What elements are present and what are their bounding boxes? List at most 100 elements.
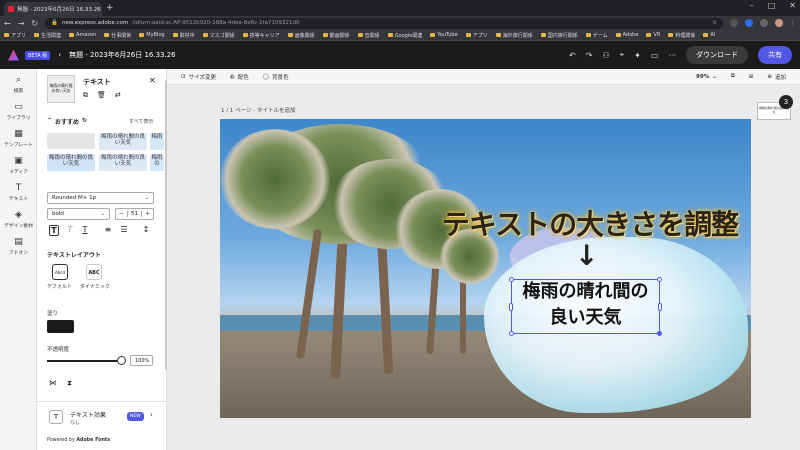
resize-handle[interactable] [658,303,662,311]
bookmark-item[interactable]: 生活関連 [34,32,61,39]
adobe-express-logo-icon[interactable] [8,49,19,61]
bookmark-item[interactable]: 音関係 [357,32,380,39]
rail-item[interactable]: ◈ デザイン素材 [0,210,37,229]
add-page-button[interactable]: ⊕ 追加 [767,73,786,81]
more-options-icon[interactable]: ··· [668,51,676,60]
resize-handle[interactable] [509,277,514,282]
list-icon[interactable]: ☰ [119,225,129,234]
location-pin-icon[interactable]: ⌖ [620,50,625,60]
puzzle-icon[interactable] [760,19,768,27]
style-preset-chip[interactable]: 梅雨の晴れ間の良い天気 [99,154,147,171]
opacity-slider-handle[interactable] [117,356,126,365]
redo-icon[interactable]: ↷ [586,51,593,60]
delete-icon[interactable]: 🗑 [97,91,106,100]
forward-icon[interactable]: → [18,19,25,28]
rail-item[interactable]: T テキスト [0,183,37,202]
italic-text-icon[interactable]: T [65,225,75,234]
share-button[interactable]: 共有 [758,46,792,64]
grid-icon[interactable]: ⊞ [749,74,754,80]
collaborators-icon[interactable]: ⚇ [602,51,609,60]
rotate-handle[interactable] [657,331,662,336]
extension-icon[interactable] [745,19,753,27]
bookmark-item[interactable]: Adobe [615,32,638,38]
duplicate-icon[interactable]: ⧉ [83,91,88,100]
back-icon[interactable]: ← [4,19,11,28]
rail-item[interactable]: ⌕ 検索 [0,75,37,94]
resize-handle[interactable] [657,277,662,282]
profile-avatar[interactable] [775,19,783,27]
url-field[interactable]: 🔒 new.express.adobe.com/id/urn:aaid:sc:A… [45,17,723,29]
background-color-button[interactable]: ◯ 背景色 [263,73,289,81]
increase-size-button[interactable]: + [141,211,153,217]
bookmark-item[interactable]: 動画関係 [322,32,350,39]
refresh-icon[interactable]: ↻ [82,117,87,126]
selection-frame[interactable] [509,277,662,336]
layout-dynamic-option[interactable]: ABC [86,264,102,280]
minimize-icon[interactable]: – [750,1,754,10]
headline-text[interactable]: テキストの大きさを調整 [425,203,751,243]
bookmark-item[interactable]: アプリ [4,32,26,39]
page-info[interactable]: 1 / 1 ページ - タイトルを追加 [221,106,295,114]
decrease-size-button[interactable]: − [116,211,128,217]
text-effect-icon[interactable]: T [49,410,63,424]
lightbulb-icon[interactable]: ✦ [634,51,641,60]
reload-icon[interactable]: ↻ [31,19,38,28]
maximize-icon[interactable]: □ [768,1,776,10]
pages-icon[interactable]: ⧉ [731,73,735,80]
line-spacing-icon[interactable]: ↕ [141,225,151,234]
style-preset-chip[interactable]: 梅雨の [150,154,164,171]
replace-icon[interactable]: ⇄ [115,91,121,100]
style-preset-chip[interactable]: 梅雨の晴れ間の良い天気 [47,154,95,171]
resize-button[interactable]: ⊡ サイズ変更 [181,73,216,81]
chevron-right-icon[interactable]: › [150,411,153,419]
artboard[interactable]: テキストの大きさを調整 ↓ 梅雨の晴れ間の 良い天気 [220,119,751,418]
bookmark-item[interactable]: MyBlog [139,32,165,38]
rail-item[interactable]: ▣ メディア [0,156,37,175]
font-family-select[interactable]: Rounded M+ 1p ⌄ [47,192,154,204]
collapse-chevron-icon[interactable]: ⌃ [47,117,52,126]
font-weight-select[interactable]: bold ⌄ [47,208,110,220]
layout-default-option[interactable]: Abcd [52,264,68,280]
comment-icon[interactable]: ▭ [651,51,659,60]
fill-color-swatch[interactable] [47,320,74,333]
bold-text-icon[interactable]: T [49,225,59,236]
close-window-icon[interactable]: ✕ [789,1,796,10]
font-size-stepper[interactable]: − 51 + [115,208,154,220]
underline-text-icon[interactable]: T [80,225,90,234]
style-preset-chip[interactable]: 梅雨の晴れ間の良い天気 [99,133,147,150]
back-chevron-icon[interactable]: ‹ [58,51,61,59]
bookmark-item[interactable]: 取材中 [172,32,195,39]
bookmark-item[interactable]: 技等キャリア [242,32,280,39]
bookmark-item[interactable]: VR [646,32,660,38]
bookmark-item[interactable]: 国内旅行関係 [540,32,578,39]
bookmark-item[interactable]: 海外旅行関係 [495,32,533,39]
bookmark-item[interactable]: 画像関係 [287,32,315,39]
opacity-input[interactable]: 100% [130,355,153,366]
download-button[interactable]: ダウンロード [686,46,748,64]
zoom-select[interactable]: 99% ⌄ [696,74,717,80]
align-center-icon[interactable]: ≡ [103,225,113,234]
style-preset-blank[interactable] [47,133,95,149]
kebab-menu-icon[interactable]: ⋮ [790,20,796,27]
rail-item[interactable]: ▤ アドオン [0,237,37,256]
undo-icon[interactable]: ↶ [569,51,576,60]
extension-icon[interactable] [730,19,738,27]
flip-vertical-icon[interactable]: ⧗ [67,379,72,388]
new-tab-button[interactable]: + [106,3,114,13]
bookmark-item[interactable]: AI [703,32,715,38]
bookmark-item[interactable]: マスゴ関係 [202,32,235,39]
bookmark-item[interactable]: YouTube [430,32,458,38]
style-preset-chip[interactable]: 梅雨 [150,133,164,150]
color-scheme-button[interactable]: ◍ 配色 [230,73,249,81]
browser-tab[interactable]: 無題 - 2023年6月26日 16.33.26 ✕ [4,2,102,16]
bookmark-item[interactable]: ゲーム [585,32,608,39]
flip-horizontal-icon[interactable]: ⋈ [49,379,56,387]
font-size-value[interactable]: 51 [131,211,138,217]
opacity-slider-track[interactable] [47,360,121,362]
rail-item[interactable]: ▦ テンプレート [0,129,37,148]
bookmark-item[interactable]: 料理関係 [668,32,695,39]
bookmark-star-icon[interactable]: ☆ [712,20,717,26]
show-all-link[interactable]: すべて表示 [129,118,153,125]
resize-handle[interactable] [509,303,513,311]
text-effect-title[interactable]: テキスト効果 [70,410,106,419]
